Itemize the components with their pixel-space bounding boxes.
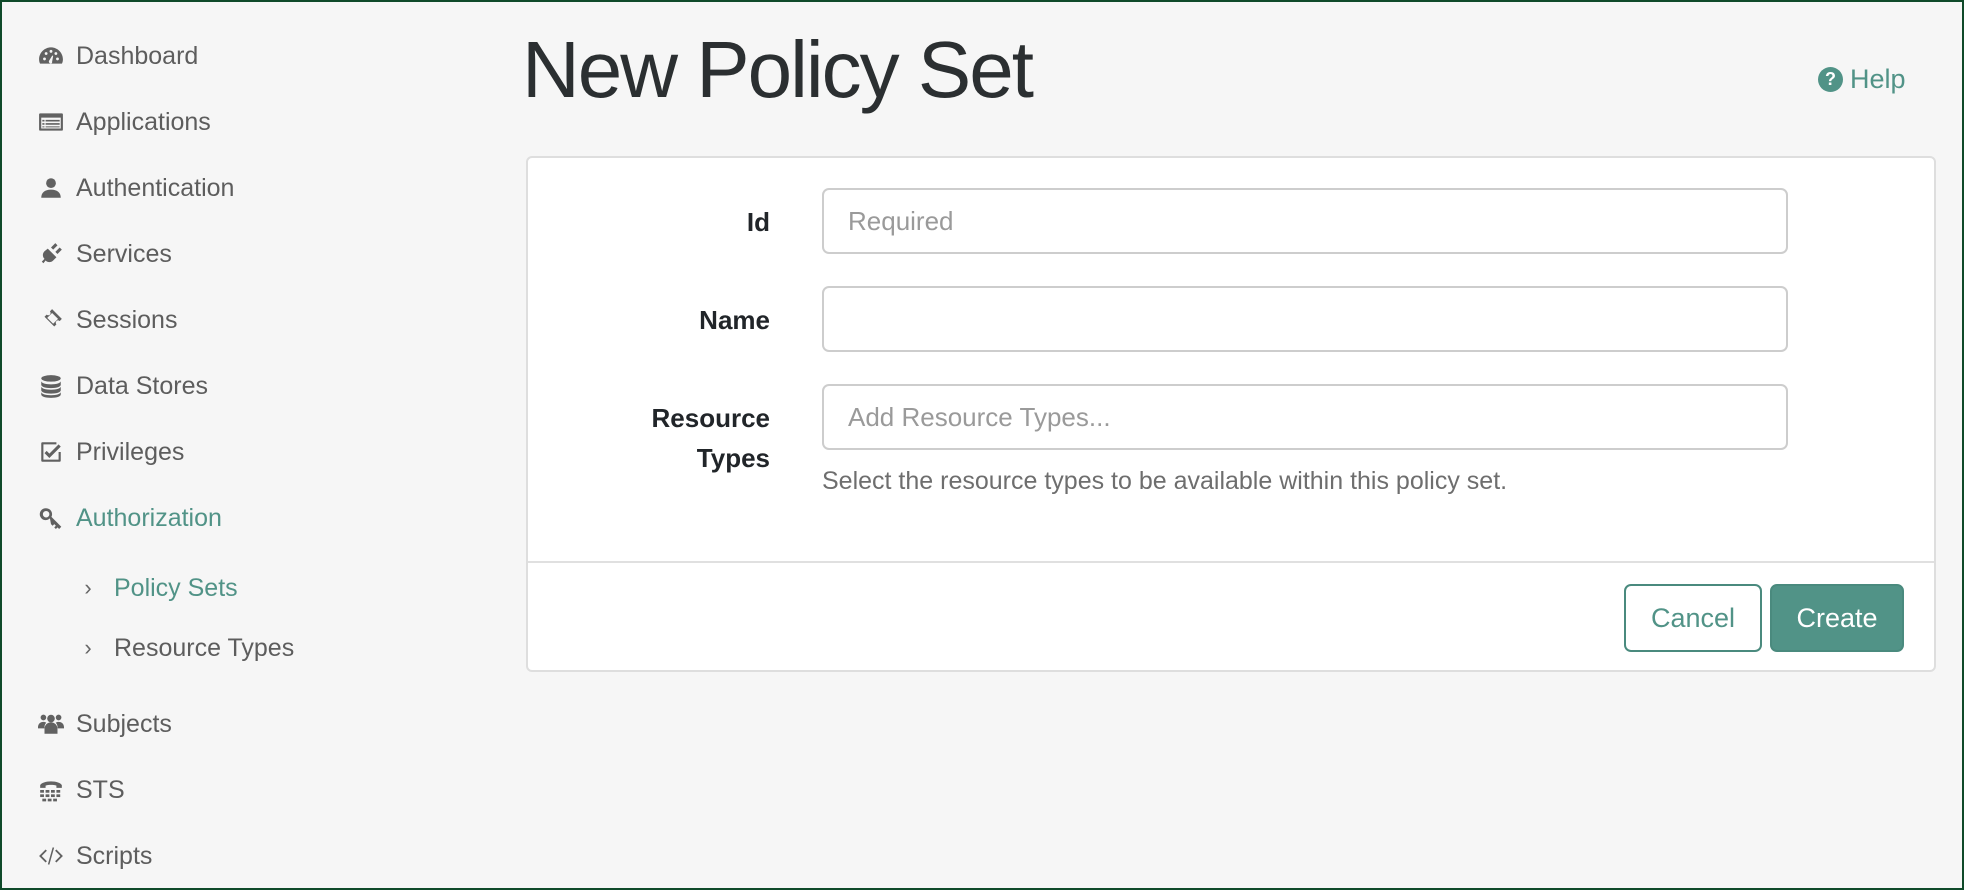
- sidebar-subitem-resource-types[interactable]: › Resource Types: [78, 628, 294, 668]
- sidebar-item-scripts[interactable]: Scripts: [36, 836, 152, 876]
- id-input[interactable]: [822, 188, 1788, 254]
- chevron-right-icon: ›: [84, 575, 92, 600]
- resource-types-input[interactable]: [822, 384, 1788, 450]
- name-input[interactable]: [822, 286, 1788, 352]
- sidebar-item-label: Privileges: [76, 437, 185, 466]
- ticket-icon: [36, 305, 66, 335]
- help-link[interactable]: ? Help: [1818, 64, 1906, 95]
- sidebar-item-label: Sessions: [76, 305, 178, 334]
- code-icon: [36, 841, 66, 871]
- sidebar-item-label: Authentication: [76, 173, 235, 202]
- sidebar-item-label: Dashboard: [76, 41, 199, 70]
- dashboard-icon: [36, 41, 66, 71]
- sidebar-item-sessions[interactable]: Sessions: [36, 300, 177, 340]
- plug-icon: [36, 239, 66, 269]
- resource-types-label: Resource Types: [652, 398, 771, 478]
- key-icon: [36, 503, 66, 533]
- sidebar-subitem-label: Policy Sets: [114, 573, 238, 602]
- sidebar-item-subjects[interactable]: Subjects: [36, 704, 172, 744]
- card-footer-divider: [528, 561, 1934, 563]
- sidebar-item-label: Authorization: [76, 503, 222, 532]
- name-label: Name: [699, 305, 770, 335]
- resource-types-label-line1: Resource: [651, 403, 771, 433]
- policy-set-form-card: Id Name Resource Types Select the resour…: [526, 156, 1936, 672]
- sidebar-item-applications[interactable]: Applications: [36, 102, 211, 142]
- database-icon: [36, 371, 66, 401]
- sidebar-item-label: Subjects: [76, 709, 172, 738]
- cancel-button[interactable]: Cancel: [1624, 584, 1762, 652]
- sidebar-item-authentication[interactable]: Authentication: [36, 168, 234, 208]
- sidebar-item-services[interactable]: Services: [36, 234, 172, 274]
- applications-icon: [36, 107, 66, 137]
- sidebar-item-dashboard[interactable]: Dashboard: [36, 36, 198, 76]
- resource-types-help-text: Select the resource types to be availabl…: [822, 467, 1508, 495]
- sidebar-item-label: Services: [76, 239, 172, 268]
- sidebar-item-sts[interactable]: STS: [36, 770, 125, 810]
- create-button[interactable]: Create: [1770, 584, 1904, 652]
- sidebar-item-label: Scripts: [76, 841, 153, 870]
- page-title: New Policy Set: [522, 25, 1034, 114]
- sidebar-item-label: Applications: [76, 107, 211, 136]
- sidebar-item-data-stores[interactable]: Data Stores: [36, 366, 208, 406]
- resource-types-label-line2: Types: [696, 443, 770, 473]
- id-label: Id: [746, 207, 770, 237]
- sidebar-item-authorization[interactable]: Authorization: [36, 498, 222, 538]
- chevron-right-icon: ›: [84, 635, 92, 660]
- sidebar-item-label: STS: [76, 775, 125, 804]
- checkbox-icon: [36, 437, 66, 467]
- sidebar-subitem-label: Resource Types: [114, 633, 295, 662]
- help-label: Help: [1850, 64, 1906, 94]
- phone-icon: [36, 775, 66, 805]
- user-icon: [36, 173, 66, 203]
- sidebar-nav: Dashboard Applications Authentication Se…: [2, 2, 502, 888]
- sidebar-item-label: Data Stores: [76, 371, 209, 400]
- sidebar-subitem-policy-sets[interactable]: › Policy Sets: [78, 568, 238, 608]
- users-icon: [36, 709, 66, 739]
- question-circle-icon: ?: [1818, 67, 1843, 92]
- sidebar-item-privileges[interactable]: Privileges: [36, 432, 184, 472]
